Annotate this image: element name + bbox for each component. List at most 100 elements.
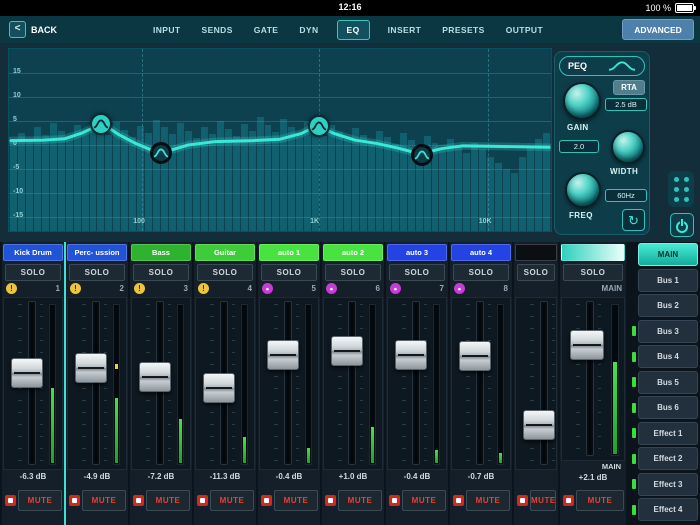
tab-sends[interactable]: SENDS xyxy=(199,20,236,40)
fader-track[interactable] xyxy=(540,301,548,465)
master-fader-track[interactable] xyxy=(586,301,594,456)
fader-handle[interactable] xyxy=(267,339,299,370)
eq-graph[interactable]: 15 10 5 0 -5 -10 -15 100 1K 10K xyxy=(8,48,552,232)
freq-value[interactable]: 60Hz xyxy=(605,189,647,202)
mute-button[interactable]: MUTE xyxy=(402,490,446,511)
peq-label: PEQ xyxy=(568,61,588,71)
mute-button[interactable]: MUTE xyxy=(146,490,190,511)
solo-button[interactable]: SOLO xyxy=(325,264,381,281)
bus-button-bus-2[interactable]: Bus 2 xyxy=(638,294,698,317)
link-icon: • xyxy=(262,283,273,294)
channel-record-icon[interactable] xyxy=(517,495,528,506)
bus-button-effect-3[interactable]: Effect 3 xyxy=(638,472,698,496)
gain-knob[interactable] xyxy=(563,82,601,120)
fader-track[interactable] xyxy=(412,301,420,465)
fader-handle[interactable] xyxy=(75,353,107,384)
tab-input[interactable]: INPUT xyxy=(150,20,184,40)
channel-name[interactable]: Guitar xyxy=(195,244,255,261)
fader-track[interactable] xyxy=(284,301,292,465)
solo-button[interactable]: SOLO xyxy=(517,264,555,281)
fader-db-value: -6.3 dB xyxy=(19,472,47,481)
mute-button[interactable]: MUTE xyxy=(18,490,62,511)
fader-handle[interactable] xyxy=(203,372,235,403)
solo-button[interactable]: SOLO xyxy=(133,264,189,281)
solo-button[interactable]: SOLO xyxy=(69,264,125,281)
channel-name[interactable]: auto 1 xyxy=(259,244,319,261)
bus-button-effect-4[interactable]: Effect 4 xyxy=(638,498,698,521)
mute-button[interactable]: MUTE xyxy=(466,490,510,511)
channel-name[interactable]: Perc- ussion xyxy=(67,244,127,261)
channel-record-icon[interactable] xyxy=(325,495,336,506)
channel-record-icon[interactable] xyxy=(5,495,16,506)
drag-handle-icon[interactable] xyxy=(668,171,694,207)
back-button[interactable]: < BACK xyxy=(5,19,61,40)
bus-button-bus-1[interactable]: Bus 1 xyxy=(638,268,698,292)
bus-button-effect-1[interactable]: Effect 1 xyxy=(638,421,698,445)
freq-knob[interactable] xyxy=(565,172,601,208)
width-knob[interactable] xyxy=(611,130,645,164)
peq-header[interactable]: PEQ xyxy=(559,56,645,76)
power-button[interactable] xyxy=(670,213,694,237)
master-mute-button[interactable]: MUTE xyxy=(576,490,624,511)
bus-button-effect-2[interactable]: Effect 2 xyxy=(638,447,698,470)
advanced-button[interactable]: ADVANCED xyxy=(622,19,694,40)
tab-eq[interactable]: EQ xyxy=(336,19,370,40)
channel-number: 6 xyxy=(375,284,380,293)
channel-name[interactable]: auto 4 xyxy=(451,244,511,261)
solo-button[interactable]: SOLO xyxy=(197,264,253,281)
solo-button[interactable]: SOLO xyxy=(453,264,509,281)
reset-button[interactable]: ↻ xyxy=(622,209,645,231)
bus-button-main[interactable]: MAIN xyxy=(638,243,698,266)
bus-meter-tick xyxy=(632,453,636,464)
bus-button-bus-5[interactable]: Bus 5 xyxy=(638,370,698,394)
channel-record-icon[interactable] xyxy=(69,495,80,506)
solo-button[interactable]: SOLO xyxy=(389,264,445,281)
rta-button[interactable]: RTA xyxy=(613,80,645,95)
fader-handle[interactable] xyxy=(459,341,491,372)
fader-track[interactable] xyxy=(476,301,484,465)
bus-button-bus-6[interactable]: Bus 6 xyxy=(638,396,698,419)
mute-button[interactable]: MUTE xyxy=(338,490,382,511)
gain-value[interactable]: 2.5 dB xyxy=(605,98,647,111)
fader-handle[interactable] xyxy=(11,357,43,388)
tab-output[interactable]: OUTPUT xyxy=(503,20,546,40)
nav-tabs: INPUT SENDS GATE DYN EQ INSERT PRESETS OUTPUT xyxy=(150,16,546,43)
channel-record-icon[interactable] xyxy=(133,495,144,506)
solo-button[interactable]: SOLO xyxy=(261,264,317,281)
channel-name[interactable] xyxy=(515,244,557,261)
tab-insert[interactable]: INSERT xyxy=(385,20,425,40)
channel-strip: Bass SOLO ! 3 -7.2 dB MUTE xyxy=(130,242,192,525)
fader-area xyxy=(387,297,447,470)
master-record-icon[interactable] xyxy=(563,495,574,506)
bus-button-bus-4[interactable]: Bus 4 xyxy=(638,345,698,368)
link-icon: • xyxy=(454,283,465,294)
mute-button[interactable]: MUTE xyxy=(210,490,254,511)
channel-record-icon[interactable] xyxy=(261,495,272,506)
fader-handle[interactable] xyxy=(139,361,171,392)
tab-gate[interactable]: GATE xyxy=(251,20,282,40)
tab-dyn[interactable]: DYN xyxy=(296,20,321,40)
channel-record-icon[interactable] xyxy=(453,495,464,506)
solo-button[interactable]: SOLO xyxy=(5,264,61,281)
mute-button[interactable]: MUTE xyxy=(530,490,556,511)
channel-name[interactable]: Bass xyxy=(131,244,191,261)
fader-handle[interactable] xyxy=(395,339,427,370)
fader-handle[interactable] xyxy=(331,335,363,366)
tab-presets[interactable]: PRESETS xyxy=(439,20,487,40)
bus-button-bus-3[interactable]: Bus 3 xyxy=(638,319,698,343)
mute-button[interactable]: MUTE xyxy=(82,490,126,511)
master-solo-button[interactable]: SOLO xyxy=(563,264,623,281)
channel-record-icon[interactable] xyxy=(389,495,400,506)
channel-name[interactable]: auto 3 xyxy=(387,244,447,261)
channel-strip: auto 3 SOLO • 7 -0.4 dB MUTE xyxy=(386,242,448,525)
q-value[interactable]: 2.0 xyxy=(559,140,599,153)
master-fader-handle[interactable] xyxy=(570,329,604,360)
fader-track[interactable] xyxy=(348,301,356,465)
mute-button[interactable]: MUTE xyxy=(274,490,318,511)
channel-name[interactable]: auto 2 xyxy=(323,244,383,261)
master-color-label[interactable] xyxy=(561,244,625,261)
fader-handle[interactable] xyxy=(523,409,555,440)
channel-record-icon[interactable] xyxy=(197,495,208,506)
undo-icon: ↻ xyxy=(628,212,639,228)
channel-name[interactable]: Kick Drum xyxy=(3,244,63,261)
